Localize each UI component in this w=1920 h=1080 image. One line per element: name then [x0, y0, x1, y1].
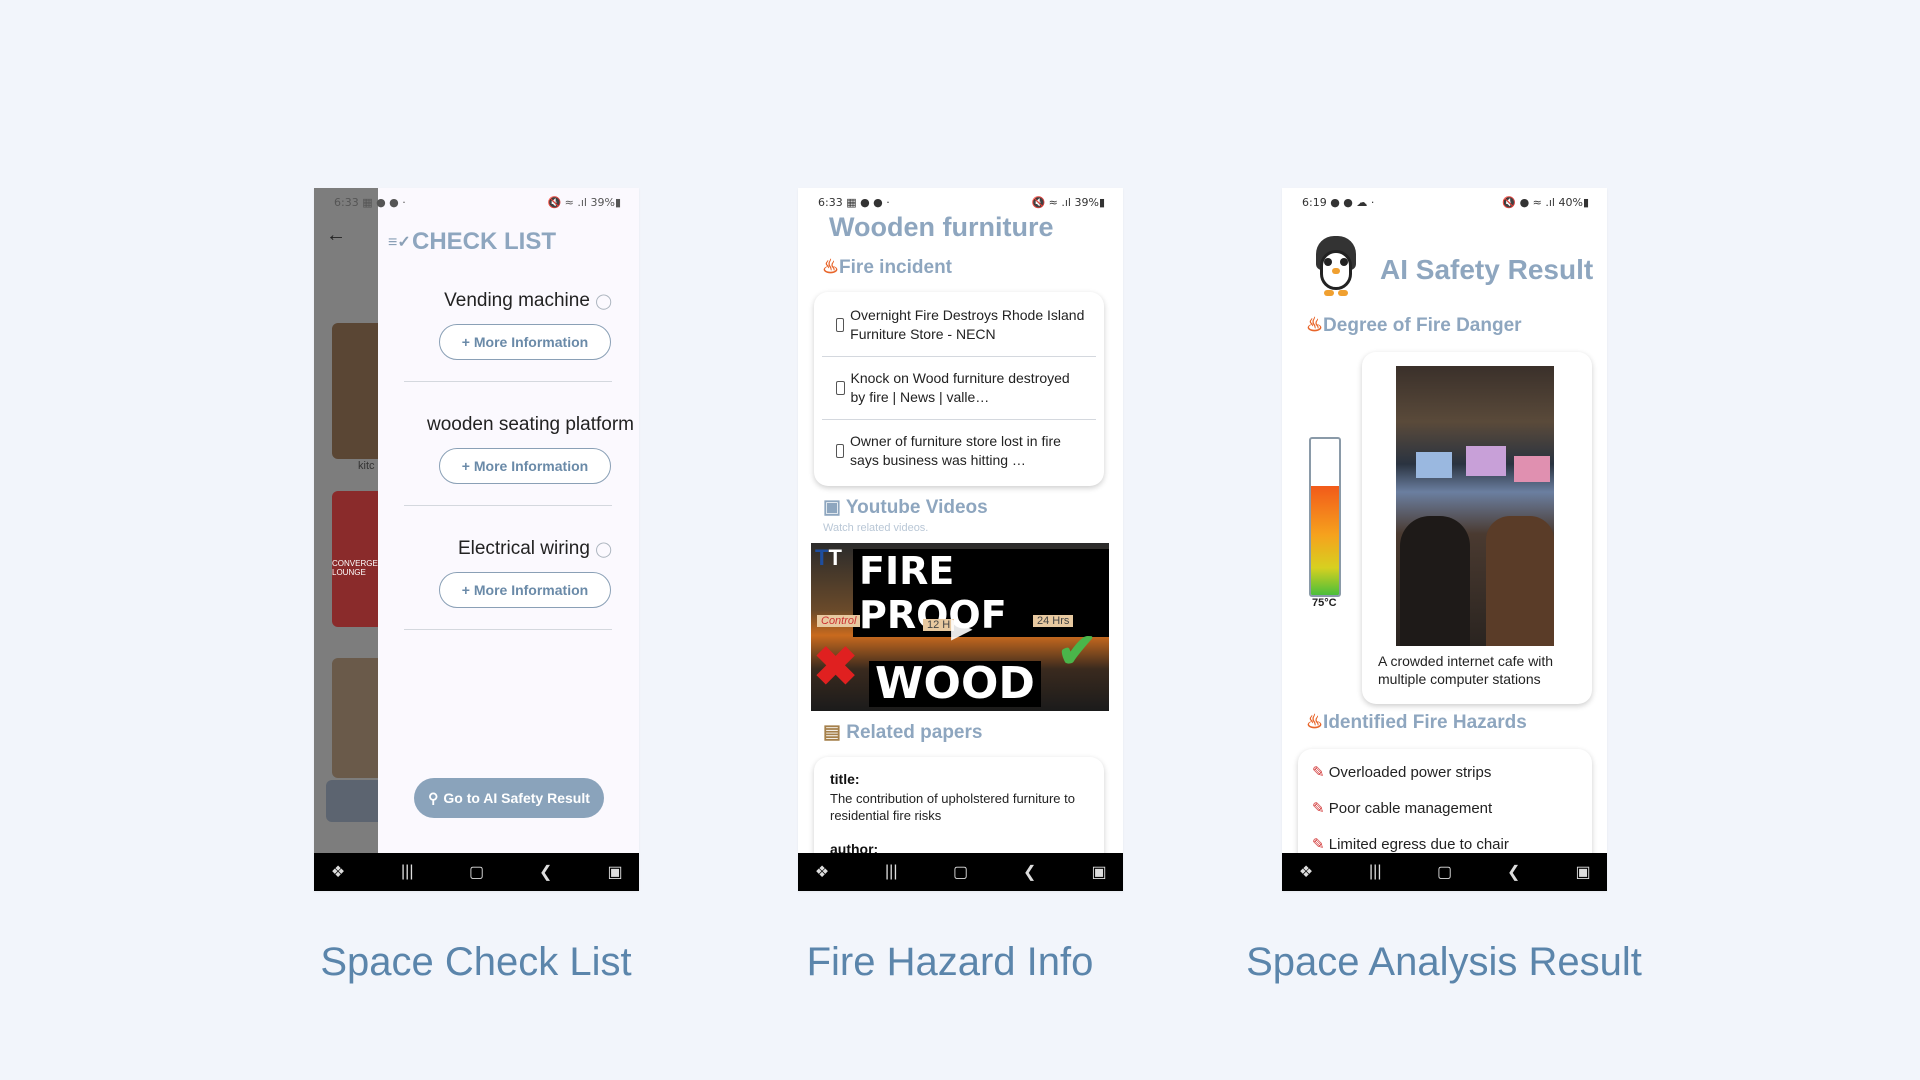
- back-arrow-icon[interactable]: ←: [326, 224, 346, 247]
- image-caption: A crowded internet cafe with multiple co…: [1378, 653, 1554, 687]
- fire-section-title: ♨Fire incident: [822, 257, 953, 278]
- caption-fire-hazard-info: Fire Hazard Info: [806, 940, 1094, 984]
- check-mark-icon: ✔: [1057, 625, 1098, 678]
- papers-section-title: ▤ Related papers: [823, 722, 983, 743]
- red-x-icon: ✖: [813, 637, 859, 697]
- penguin-mascot-icon: [1310, 236, 1362, 300]
- bg-bar: [326, 780, 378, 822]
- phone-check-list: ← kitc CONVERGEN LOUNGE ≡✓ CHECK LIST Ve…: [314, 188, 639, 891]
- youtube-section-title: ▣ Youtube Videos: [823, 497, 988, 518]
- status-bar: 6:33 ▦ ● ● · 🔇 ≈ .ıl 39%▮: [334, 195, 621, 209]
- recents-icon[interactable]: |||: [879, 863, 903, 881]
- gauge-fill: [1311, 485, 1339, 595]
- temperature-gauge: [1309, 437, 1341, 597]
- recents-icon[interactable]: |||: [395, 863, 419, 881]
- checklist-drawer: ≡✓ CHECK LIST Vending machine ◯ + More I…: [378, 188, 639, 891]
- more-info-button-1[interactable]: + More Information: [439, 324, 611, 360]
- more-info-button-2[interactable]: + More Information: [439, 448, 611, 484]
- page-title: CHECK LIST: [412, 228, 556, 255]
- news-divider-1: [822, 356, 1096, 357]
- video-thumbnail[interactable]: TT FIRE PROOF Control 12 H 24 Hrs ▶ ✖ ✔ …: [811, 543, 1109, 711]
- home-icon[interactable]: ▢: [1433, 862, 1457, 882]
- tv-icon: ▣: [823, 497, 841, 518]
- fire-icon: ♨: [1306, 315, 1324, 336]
- check-circle-icon: ◯: [595, 541, 612, 558]
- assist-icon[interactable]: ❖: [1294, 862, 1318, 882]
- bg-thumb-1: [332, 323, 378, 459]
- news-card: Overnight Fire Destroys Rhode Island Fur…: [814, 292, 1104, 486]
- phone-fire-hazard-info: 6:33 ▦ ● ● · 🔇 ≈ .ıl 39%▮ Wooden furnitu…: [798, 188, 1123, 891]
- caption-space-analysis-result: Space Analysis Result: [1246, 940, 1642, 984]
- back-icon[interactable]: ❮: [534, 862, 558, 882]
- news-item-1[interactable]: Overnight Fire Destroys Rhode Island Fur…: [836, 306, 1086, 344]
- hazards-section-title: ♨Identified Fire Hazards: [1306, 712, 1527, 733]
- recents-icon[interactable]: |||: [1363, 863, 1387, 881]
- page-title: Wooden furniture: [829, 212, 1054, 242]
- hazard-item-3: ✎ Limited egress due to chair: [1312, 836, 1509, 853]
- paper-title: The contribution of upholstered furnitur…: [830, 791, 1075, 823]
- nav-bar: ❖ ||| ▢ ❮ ▣: [1282, 853, 1607, 891]
- phone-analysis-result: 6:19 ● ● ☁ · 🔇 ● ≈ .ıl 40%▮ AI Safety Re…: [1282, 188, 1607, 891]
- divider-1: [404, 381, 612, 382]
- status-bar: 6:19 ● ● ☁ · 🔇 ● ≈ .ıl 40%▮: [1302, 195, 1589, 209]
- danger-section-title: ♨Degree of Fire Danger: [1306, 315, 1522, 336]
- nav-bar: ❖ ||| ▢ ❮ ▣: [314, 853, 639, 891]
- assist-icon[interactable]: ❖: [326, 862, 350, 882]
- thumb-label-1: Control: [817, 615, 861, 627]
- thumb-label-2: 12 H: [923, 619, 955, 631]
- background-screen: ← kitc CONVERGEN LOUNGE: [314, 188, 384, 891]
- screenshot-icon[interactable]: ▣: [1571, 862, 1595, 882]
- back-icon[interactable]: ❮: [1502, 862, 1526, 882]
- fire-icon: ♨: [1306, 712, 1324, 733]
- divider-2: [404, 505, 612, 506]
- checklist-icon: ≡✓: [388, 234, 411, 251]
- screenshot-icon[interactable]: ▣: [603, 862, 627, 882]
- fire-icon: ♨: [822, 257, 840, 278]
- image-card: A crowded internet cafe with multiple co…: [1362, 352, 1592, 704]
- hazard-pen-icon: ✎: [1312, 800, 1325, 817]
- scroll-icon: ▤: [823, 722, 841, 743]
- bg-thumb-3: [332, 658, 378, 778]
- paper-title-label: title:: [830, 771, 860, 787]
- screenshot-icon[interactable]: ▣: [1087, 862, 1111, 882]
- news-item-2[interactable]: Knock on Wood furniture destroyed by fir…: [836, 369, 1086, 407]
- ai-result-button[interactable]: ⚲ Go to AI Safety Result: [414, 778, 604, 818]
- thumb-bottom-text: WOOD: [869, 661, 1041, 707]
- nav-bar: ❖ ||| ▢ ❮ ▣: [798, 853, 1123, 891]
- home-icon[interactable]: ▢: [949, 862, 973, 882]
- hazard-item-2: ✎ Poor cable management: [1312, 800, 1493, 817]
- item-label-3: Electrical wiring ◯: [457, 538, 612, 559]
- thumb-logo: TT: [815, 545, 842, 570]
- bg-thumb-2: CONVERGEN LOUNGE: [332, 491, 384, 627]
- news-divider-2: [822, 419, 1096, 420]
- item-label-1: Vending machine ◯: [444, 290, 612, 311]
- bg-thumb-label: kitc: [358, 460, 375, 472]
- check-circle-icon: ◯: [595, 293, 612, 310]
- article-icon: [836, 318, 845, 332]
- cafe-photo[interactable]: [1396, 366, 1554, 646]
- bg-sign: CONVERGEN LOUNGE: [332, 559, 384, 577]
- item-label-2: wooden seating platform: [426, 414, 634, 435]
- article-icon: [836, 381, 845, 395]
- play-icon[interactable]: ▶: [951, 611, 973, 644]
- search-icon: ⚲: [428, 789, 439, 806]
- home-icon[interactable]: ▢: [465, 862, 489, 882]
- more-info-button-3[interactable]: + More Information: [439, 572, 611, 608]
- youtube-subtitle: Watch related videos.: [823, 522, 929, 534]
- news-item-3[interactable]: Owner of furniture store lost in fire sa…: [836, 432, 1086, 470]
- hazard-pen-icon: ✎: [1312, 836, 1325, 853]
- hazard-item-1: ✎ Overloaded power strips: [1312, 764, 1492, 781]
- hazard-pen-icon: ✎: [1312, 764, 1325, 781]
- assist-icon[interactable]: ❖: [810, 862, 834, 882]
- divider-3: [404, 629, 612, 630]
- temperature-label: 75°C: [1312, 597, 1337, 609]
- page-title: AI Safety Result: [1380, 254, 1594, 285]
- back-icon[interactable]: ❮: [1018, 862, 1042, 882]
- caption-space-check-list: Space Check List: [320, 940, 632, 984]
- article-icon: [836, 444, 845, 458]
